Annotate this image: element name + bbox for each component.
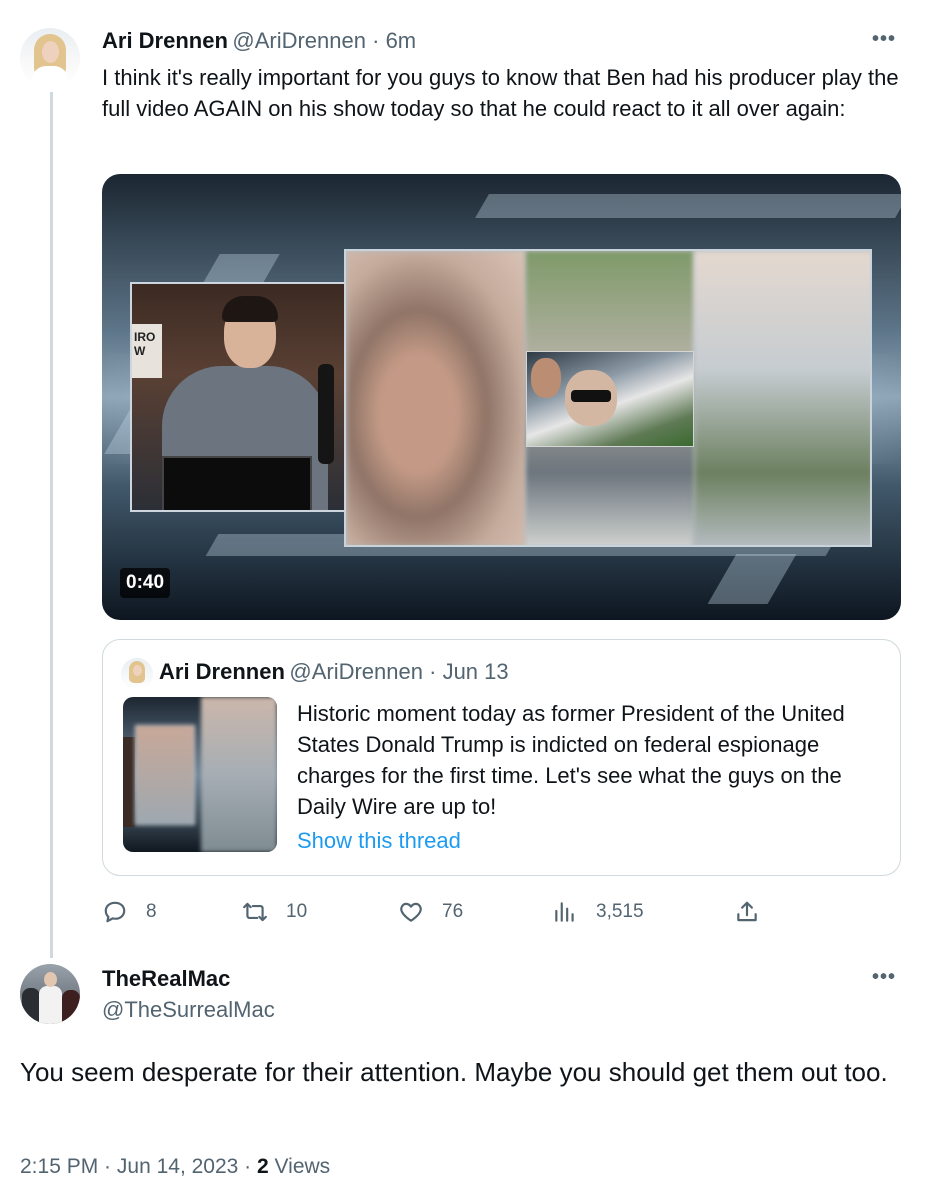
avatar-face [44,972,57,987]
inset-person [531,358,561,398]
separator: · [366,28,386,53]
show-thread-link[interactable]: Show this thread [297,828,461,854]
separator: · [423,659,443,684]
views-label: Views [268,1155,331,1178]
more-dots-icon[interactable]: ••• [872,28,896,51]
avatar[interactable] [20,28,80,88]
tweet-date[interactable]: Jun 14, 2023 [117,1155,238,1178]
share-upload-icon [737,901,757,922]
selfie-inset [526,351,694,447]
separator: · [98,1155,117,1178]
quote-media-thumbnail[interactable] [123,697,277,852]
avatar-face [133,665,142,676]
host-hair [222,296,278,322]
views-button[interactable]: 3,515 [552,894,644,930]
video-blurred-panel [344,249,872,547]
blurred-image [346,251,526,545]
tweet-action-bar: 8 10 76 3,515 [102,894,901,930]
thumbnail-detail [201,697,277,852]
display-name[interactable]: TheRealMac [102,966,230,992]
inset-sunglasses [571,390,611,402]
reply-count: 8 [146,901,157,922]
video-duration-badge: 0:40 [120,568,171,598]
blurred-image [694,251,870,545]
tweet-header: Ari Drennen @AriDrennen · 6m [102,28,416,54]
microphone [318,364,334,464]
separator: · [238,1155,257,1178]
share-button[interactable] [734,894,778,930]
reply-button[interactable]: 8 [102,894,157,930]
view-count: 3,515 [596,901,644,922]
video-background-stripe [707,554,797,604]
user-handle[interactable]: @TheSurrealMac [102,997,275,1023]
video-host-frame: IRO W [130,282,356,512]
tweet-timestamp[interactable]: 6m [386,28,417,53]
quote-date: Jun 13 [442,659,509,684]
thread-connector-line [50,92,53,958]
quote-handle: @AriDrennen [289,659,423,684]
bar-chart-icon [555,902,574,922]
heart-icon [400,902,422,922]
more-dots-icon[interactable]: ••• [872,966,896,989]
tweet-time[interactable]: 2:15 PM [20,1155,98,1178]
quote-header: Ari Drennen @AriDrennen · Jun 13 [159,659,509,685]
tweet-text: You seem desperate for their attention. … [20,1057,888,1087]
avatar-figure [39,986,62,1024]
video-player[interactable]: IRO W [102,174,901,620]
quote-text: Historic moment today as former Presiden… [297,701,845,819]
quote-display-name: Ari Drennen [159,659,285,684]
avatar-body [32,66,68,88]
views-count: 2 [257,1155,269,1178]
thumbnail-detail [123,737,135,827]
avatar-face [42,41,59,63]
studio-sign: IRO W [132,324,162,378]
laptop [162,456,312,510]
tweet-metadata: 2:15 PM · Jun 14, 2023 · 2 Views [20,1155,330,1179]
user-handle[interactable]: @AriDrennen [232,28,366,53]
avatar-figure [62,990,80,1024]
quote-avatar [121,658,153,690]
retweet-count: 10 [286,901,308,922]
thumbnail-detail [135,725,195,825]
quoted-tweet[interactable]: Ari Drennen @AriDrennen · Jun 13 Histori… [102,639,901,876]
avatar-figure [22,988,40,1024]
retweet-button[interactable]: 10 [242,894,307,930]
like-count: 76 [442,901,464,922]
speech-bubble-icon [104,901,126,923]
avatar[interactable] [20,964,80,1024]
retweet-arrows-icon [243,902,267,922]
tweet-text: I think it's really important for you gu… [102,65,899,121]
video-background-stripe [475,194,901,218]
display-name[interactable]: Ari Drennen [102,28,228,53]
like-button[interactable]: 76 [398,894,463,930]
